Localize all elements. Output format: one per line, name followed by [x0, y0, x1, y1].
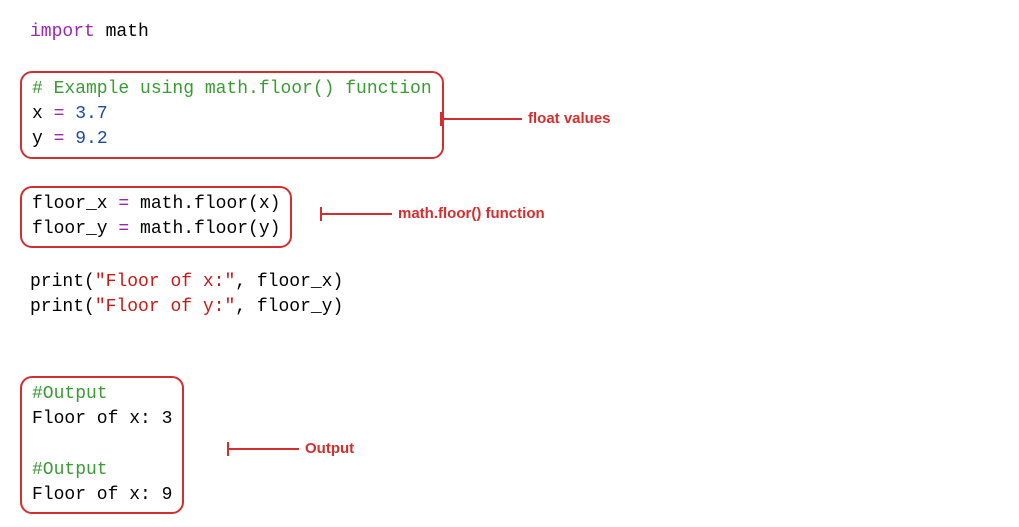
- arg-floorx: , floor_x): [235, 272, 343, 292]
- fn-print: print: [30, 297, 84, 317]
- module-math: math: [95, 22, 149, 42]
- output-box: #Output Floor of x: 3 #Output Floor of x…: [20, 376, 184, 514]
- annotation-line-icon: [442, 118, 522, 120]
- var-x: x: [32, 104, 54, 124]
- var-floorx: floor_x: [32, 194, 118, 214]
- str-floorx: "Floor of x:": [95, 272, 235, 292]
- annotation-line-icon: [322, 213, 392, 215]
- op-equals: =: [118, 194, 129, 214]
- paren: (: [84, 272, 95, 292]
- str-floory: "Floor of y:": [95, 297, 235, 317]
- op-equals: =: [54, 129, 65, 149]
- annotation-text: float values: [528, 110, 611, 127]
- comment-output2: #Output: [32, 460, 108, 480]
- comment-output1: #Output: [32, 384, 108, 404]
- fn-print: print: [30, 272, 84, 292]
- expr-floory: math.floor(y): [129, 219, 280, 239]
- print-lines: print("Floor of x:", floor_x) print("Flo…: [30, 270, 343, 320]
- floor-function-box: floor_x = math.floor(x) floor_y = math.f…: [20, 186, 292, 248]
- paren: (: [84, 297, 95, 317]
- annotation-text: Output: [305, 440, 354, 457]
- val-37: 3.7: [64, 104, 107, 124]
- val-92: 9.2: [64, 129, 107, 149]
- import-line: import math: [30, 20, 149, 45]
- annotation-text: math.floor() function: [398, 205, 545, 222]
- output-line1: Floor of x: 3: [32, 409, 172, 429]
- annotation-float-values: float values: [440, 110, 611, 127]
- var-y: y: [32, 129, 54, 149]
- annotation-line-icon: [229, 448, 299, 450]
- annotation-math-floor: math.floor() function: [320, 205, 545, 222]
- comment-example: # Example using math.floor() function: [32, 79, 432, 99]
- var-floory: floor_y: [32, 219, 118, 239]
- op-equals: =: [54, 104, 65, 124]
- op-equals: =: [118, 219, 129, 239]
- annotation-output: Output: [227, 440, 354, 457]
- keyword-import: import: [30, 22, 95, 42]
- arg-floory: , floor_y): [235, 297, 343, 317]
- float-values-box: # Example using math.floor() function x …: [20, 71, 444, 159]
- expr-floorx: math.floor(x): [129, 194, 280, 214]
- output-line2: Floor of x: 9: [32, 485, 172, 505]
